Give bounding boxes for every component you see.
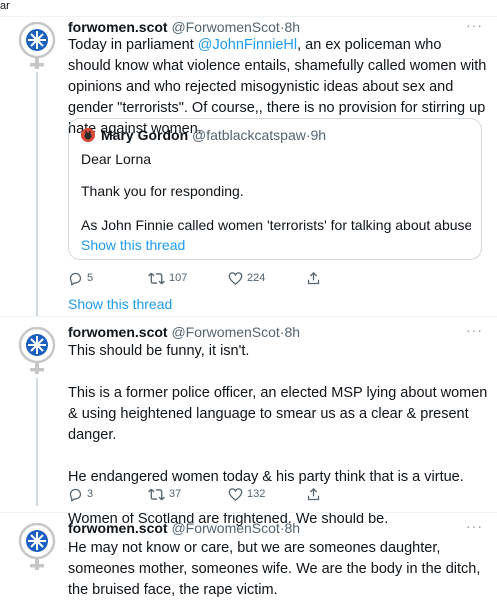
like-count: 224	[247, 272, 266, 284]
tweet-paragraph: This should be funny, it isn't.	[68, 343, 250, 359]
tweet-actions: 5 107 224	[68, 268, 368, 288]
reply-button[interactable]: 5	[68, 268, 93, 288]
timestamp[interactable]: 8h	[285, 324, 301, 340]
retweet-button[interactable]: 107	[148, 268, 187, 288]
venus-logo-icon	[18, 326, 56, 374]
quoted-header: Mary Gordon @fatblackcatspaw·9h	[101, 126, 326, 144]
timestamp[interactable]: 8h	[285, 520, 301, 536]
quoted-line: Dear Lorna	[81, 151, 152, 167]
author-name[interactable]: forwomen.scot	[68, 19, 168, 35]
quoted-line: Thank you for responding.	[81, 183, 244, 199]
top-divider	[0, 16, 497, 17]
cat-avatar-icon	[81, 128, 95, 142]
tweet-header: forwomen.scot @ForwomenScot·8h	[68, 323, 300, 341]
show-thread-link[interactable]: Show this thread	[68, 295, 172, 313]
like-button[interactable]: 132	[228, 484, 265, 504]
retweet-count: 107	[169, 272, 188, 284]
retweet-icon	[148, 488, 165, 500]
heart-icon	[228, 487, 243, 501]
quoted-avatar	[81, 128, 95, 142]
top-bar-fragment: ar	[0, 0, 10, 12]
tweet-header: forwomen.scot @ForwomenScot·8h	[68, 18, 300, 36]
tweet[interactable]: forwomen.scot @ForwomenScot·8h ··· Today…	[0, 18, 497, 318]
quoted-timestamp: 9h	[310, 127, 327, 143]
tweet-divider	[0, 512, 497, 513]
tweet-actions: 3 37 132	[68, 484, 368, 504]
tweet[interactable]: forwomen.scot @ForwomenScot·8h ··· This …	[0, 323, 497, 527]
reply-icon	[69, 488, 82, 502]
share-icon	[307, 487, 320, 500]
share-button[interactable]	[306, 268, 321, 288]
author-handle[interactable]: @ForwomenScot	[171, 520, 279, 536]
avatar[interactable]	[16, 522, 58, 573]
tweet-text: He may not know or care, but we are some…	[68, 538, 488, 600]
tweet-text-before: Today in parliament	[68, 37, 198, 53]
more-icon[interactable]: ···	[466, 323, 483, 337]
quoted-line: As John Finnie called women 'terrorists'…	[81, 217, 471, 233]
share-button[interactable]	[306, 484, 321, 504]
retweet-icon	[148, 272, 165, 284]
venus-logo-icon	[18, 21, 56, 69]
author-handle[interactable]: @ForwomenScot	[171, 324, 279, 340]
quoted-author-handle: @fatblackcatspaw	[192, 127, 306, 143]
author-name[interactable]: forwomen.scot	[68, 324, 168, 340]
top-bar: ar	[0, 0, 497, 14]
venus-logo-icon	[18, 522, 56, 570]
like-count: 132	[247, 488, 266, 500]
more-icon[interactable]: ···	[466, 519, 483, 533]
more-icon[interactable]: ···	[466, 18, 483, 32]
author-handle[interactable]: @ForwomenScot	[171, 19, 279, 35]
share-icon	[307, 271, 320, 284]
reply-count: 5	[87, 272, 94, 284]
retweet-count: 37	[169, 488, 182, 500]
tweet-paragraph: This is a former police officer, an elec…	[68, 385, 488, 443]
tweet-header: forwomen.scot @ForwomenScot·8h	[68, 519, 300, 537]
author-name[interactable]: forwomen.scot	[68, 520, 168, 536]
reply-icon	[69, 272, 82, 286]
heart-icon	[228, 271, 243, 285]
retweet-button[interactable]: 37	[148, 484, 181, 504]
reply-button[interactable]: 3	[68, 484, 93, 504]
tweet[interactable]: forwomen.scot @ForwomenScot·8h ··· He ma…	[0, 519, 497, 600]
mention-link[interactable]: @JohnFinnieHl	[198, 37, 297, 53]
avatar[interactable]	[16, 21, 58, 72]
quoted-show-thread-link[interactable]: Show this thread	[81, 236, 185, 254]
reply-count: 3	[87, 488, 94, 500]
avatar[interactable]	[16, 326, 58, 377]
quoted-author-name: Mary Gordon	[101, 127, 189, 143]
like-button[interactable]: 224	[228, 268, 265, 288]
quoted-tweet[interactable]: Mary Gordon @fatblackcatspaw·9h Dear Lor…	[68, 118, 482, 260]
tweet-paragraph: He may not know or care, but we are some…	[68, 540, 481, 598]
tweet-divider	[0, 316, 497, 317]
timestamp[interactable]: 8h	[285, 19, 301, 35]
